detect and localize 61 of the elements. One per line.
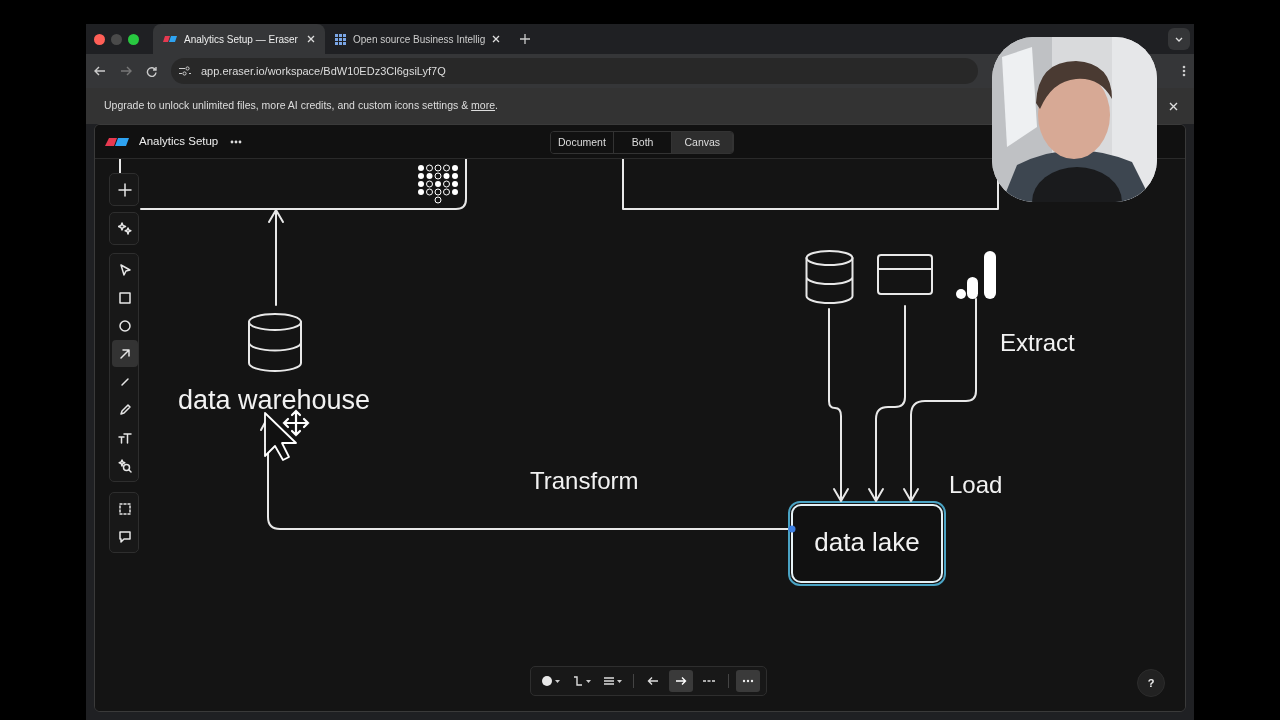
node-label: data warehouse xyxy=(177,385,371,415)
document-title: Analytics Setup xyxy=(139,133,219,149)
reload-icon[interactable] xyxy=(146,65,157,77)
database-icon xyxy=(248,313,302,372)
arrow-icon xyxy=(118,346,132,361)
edge-label: Transform xyxy=(530,467,639,494)
diagram-node[interactable] xyxy=(788,501,946,586)
mouse-pointer-icon xyxy=(264,412,297,461)
stroke-lines-icon xyxy=(603,675,615,687)
maximize-window-button[interactable] xyxy=(128,33,139,45)
close-window-button[interactable] xyxy=(94,33,105,45)
card-icon xyxy=(877,254,933,295)
more-options-button[interactable] xyxy=(736,670,760,692)
square-icon xyxy=(118,290,132,305)
arrow-left-icon xyxy=(647,675,659,687)
sparkle-search-icon xyxy=(118,458,132,473)
close-icon[interactable] xyxy=(492,35,501,43)
tab-list-button[interactable] xyxy=(1168,28,1190,50)
view-tab[interactable]: Document xyxy=(551,132,614,153)
browser-tab[interactable]: Analytics Setup — Eraser xyxy=(153,24,325,54)
end-arrowhead-button[interactable] xyxy=(669,670,693,692)
forward-icon[interactable] xyxy=(120,66,132,76)
upgrade-message: Upgrade to unlock unlimited files, more AI credits, and custom icons settings & more. xyxy=(104,98,498,114)
browser-tab[interactable]: Open source Business Intellig xyxy=(325,24,511,54)
dot-grid-icon xyxy=(418,164,458,204)
plus-icon xyxy=(118,182,132,197)
dashed-square-icon xyxy=(118,501,132,516)
back-icon[interactable] xyxy=(94,66,106,76)
view-tab[interactable]: Canvas xyxy=(672,132,734,153)
address-bar[interactable]: app.eraser.io/workspace/BdW10EDz3Cl6gsiLyf7Q xyxy=(171,58,978,84)
caret-icon xyxy=(555,679,560,683)
logo-icon xyxy=(163,35,177,43)
filled-circle-icon xyxy=(541,675,553,687)
more-icon[interactable] xyxy=(230,139,243,144)
connection-handle xyxy=(788,525,796,533)
arrow-tool[interactable] xyxy=(112,340,138,367)
move-cursor-icon xyxy=(282,409,310,437)
logo-icon xyxy=(105,136,129,147)
arrow-right-icon xyxy=(675,675,687,687)
text-size-icon xyxy=(118,430,132,445)
edge-label: Extract xyxy=(1000,329,1075,356)
kebab-menu-icon[interactable] xyxy=(1182,65,1186,77)
speech-bubble-icon xyxy=(118,529,132,544)
elbow-line-icon xyxy=(572,675,584,687)
pencil-icon xyxy=(118,402,132,417)
close-icon[interactable] xyxy=(1169,101,1178,111)
grid-icon xyxy=(335,33,346,45)
caret-icon xyxy=(617,679,622,683)
pointer-icon xyxy=(118,262,132,277)
database-icon xyxy=(805,250,854,304)
circle-icon xyxy=(118,318,132,333)
edge-label: Load xyxy=(949,471,1003,498)
help-button[interactable]: ? xyxy=(1137,669,1165,697)
chevron-down-icon xyxy=(1175,36,1183,42)
new-tab-icon[interactable] xyxy=(520,34,531,44)
close-icon[interactable] xyxy=(307,35,315,43)
bar-chart-icon xyxy=(956,251,996,299)
caret-icon xyxy=(586,679,591,683)
node-label: data lake xyxy=(814,527,920,557)
site-settings-icon[interactable] xyxy=(179,66,191,76)
sparkle-icon xyxy=(118,221,132,236)
